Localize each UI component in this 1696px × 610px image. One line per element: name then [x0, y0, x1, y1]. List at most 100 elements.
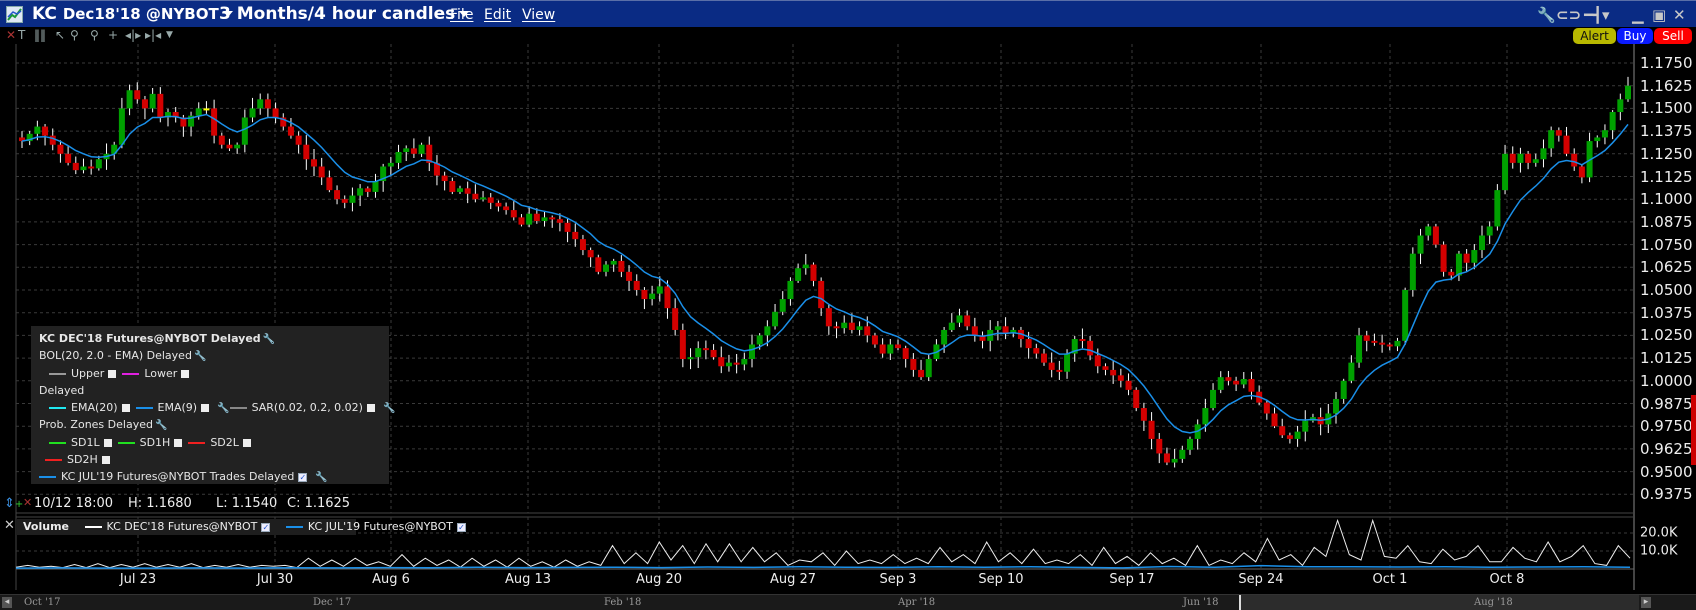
legend-title-row: KC DEC'18 Futures@NYBOT Delayed 🔧	[39, 330, 389, 347]
sd2h-checkbox[interactable]	[101, 456, 110, 465]
sd1l-checkbox[interactable]	[103, 438, 112, 447]
series1-checkbox[interactable]: ✓	[261, 522, 271, 532]
compress-icon[interactable]: ▸|◂	[145, 28, 161, 42]
date-tick: Jul 30	[256, 572, 294, 587]
lower-checkbox[interactable]	[181, 369, 190, 378]
close-info-icon[interactable]: ✕	[23, 496, 32, 509]
price-tick: 1.0125	[1640, 349, 1693, 368]
sd2l-checkbox[interactable]	[242, 438, 251, 447]
scale-toggle-icon[interactable]: ⇕+	[4, 496, 23, 511]
date-tick: Aug 13	[504, 572, 552, 587]
cursor-icon[interactable]: ↖	[55, 28, 65, 42]
expand-icon[interactable]: ◂|▸	[125, 28, 141, 42]
candle-body	[710, 349, 717, 358]
candle-body	[741, 359, 748, 365]
zoom-out-icon[interactable]: ⚲	[90, 28, 99, 42]
candle-body	[57, 144, 64, 154]
time-scrollbar[interactable]: ◂ ▸ Oct '17 Dec '17 Feb '18 Apr '18 Jun '18 A…	[0, 594, 1696, 610]
price-tick: 0.9375	[1640, 485, 1693, 504]
candle-body	[1471, 250, 1478, 263]
candle-body	[1025, 339, 1032, 349]
candle-body	[1179, 449, 1186, 459]
candle-body	[864, 326, 871, 336]
candle-body	[749, 344, 755, 360]
ema20-checkbox[interactable]	[121, 404, 130, 413]
candle-body	[1202, 408, 1209, 425]
candle-body	[1455, 253, 1462, 276]
candle-body	[1555, 130, 1562, 136]
info-close: C: 1.1625	[287, 496, 351, 511]
candle-body	[318, 166, 325, 178]
candle-body	[526, 213, 533, 225]
wrench-icon[interactable]: 🔧	[383, 400, 395, 417]
bar-type-icon[interactable]: ‖‖	[34, 28, 46, 42]
candle-body	[1333, 398, 1339, 414]
candle-body	[395, 151, 402, 163]
sar-checkbox[interactable]	[366, 404, 375, 413]
menu-view[interactable]: View	[522, 7, 555, 23]
candle-body	[1286, 435, 1293, 439]
candle-body	[1402, 290, 1409, 341]
date-tick: Aug 6	[372, 572, 410, 587]
more-tools-icon[interactable]: ▼	[166, 30, 173, 40]
candle-body	[664, 286, 671, 309]
candle-body	[964, 315, 971, 327]
minimize-icon[interactable]: ▁	[1632, 6, 1644, 24]
wrench-icon[interactable]: 🔧	[217, 400, 229, 417]
candle-body	[195, 108, 202, 116]
zoom-in-icon[interactable]: ⚲	[70, 28, 79, 42]
candle-body	[1425, 226, 1432, 236]
menu-edit[interactable]: Edit	[484, 7, 511, 23]
crosshair-info: ⇕+ ✕ 10/12 18:00 H: 1.1680 L: 1.1540 C: …	[0, 496, 1634, 513]
link-icon[interactable]: ⊂⊃	[1556, 6, 1581, 24]
series2-checkbox[interactable]: ✓	[457, 522, 467, 532]
ema20-swatch	[49, 407, 66, 410]
menu-file[interactable]: File	[450, 7, 473, 23]
wrench-icon[interactable]: 🔧	[1537, 6, 1556, 24]
series2-label: KC JUL'19 Futures@NYBOT	[307, 520, 454, 533]
candle-body	[1217, 377, 1224, 390]
price-tick: 1.0625	[1640, 258, 1693, 277]
candle-body	[764, 326, 771, 336]
scrollbar-thumb[interactable]	[1239, 595, 1639, 610]
candle-body	[418, 144, 425, 154]
candle-body	[1363, 335, 1370, 341]
symbol-selector[interactable]: KC Dec18'18 @NYBOT	[32, 4, 233, 24]
pin-icon[interactable]: ━┫▾	[1584, 6, 1610, 24]
candle-body	[679, 329, 686, 360]
sd2l-swatch	[188, 441, 206, 444]
wrench-icon[interactable]: 🔧	[194, 348, 206, 365]
alert-button[interactable]: Alert	[1573, 28, 1616, 44]
candle-body	[795, 268, 802, 281]
candle-body	[833, 326, 840, 329]
jul19-checkbox[interactable]: ✓	[298, 472, 308, 482]
scroll-left-icon[interactable]: ◂	[2, 597, 12, 608]
lower-line-swatch	[122, 372, 140, 375]
sell-button[interactable]: Sell	[1654, 28, 1692, 44]
upper-checkbox[interactable]	[108, 369, 117, 378]
wrench-icon[interactable]: 🔧	[315, 469, 327, 486]
sd1h-checkbox[interactable]	[174, 438, 183, 447]
close-volume-panel-icon[interactable]: ✕	[4, 518, 15, 533]
crosshair-icon[interactable]: +	[108, 28, 118, 42]
adjacent-window-edge	[1691, 395, 1696, 465]
buy-button[interactable]: Buy	[1617, 28, 1653, 44]
sd1l-swatch	[49, 441, 66, 444]
period-selector[interactable]: 3 Months/4 hour candles	[219, 4, 470, 24]
candle-body	[841, 322, 848, 329]
ema9-checkbox[interactable]	[201, 404, 210, 413]
wrench-icon[interactable]: 🔧	[263, 331, 275, 348]
bol-label: BOL(20, 2.0 - EMA) Delayed	[39, 349, 192, 363]
maximize-icon[interactable]: ▣	[1652, 6, 1666, 24]
scroll-right-icon[interactable]: ▸	[1641, 597, 1651, 608]
price-tick: 0.9500	[1640, 462, 1693, 481]
close-toolbar-icon[interactable]: ✕	[6, 28, 16, 42]
candle-body	[1525, 153, 1532, 163]
candle-body	[372, 181, 379, 192]
close-icon[interactable]: ✕	[1673, 6, 1686, 24]
volume-legend: Volume KC DEC'18 Futures@NYBOT ✓ KC JUL'1…	[16, 519, 467, 535]
text-tool-icon[interactable]: T	[18, 28, 25, 42]
wrench-icon[interactable]: 🔧	[155, 417, 167, 434]
series1-label: KC DEC'18 Futures@NYBOT	[106, 520, 258, 533]
candle-body	[287, 126, 294, 136]
